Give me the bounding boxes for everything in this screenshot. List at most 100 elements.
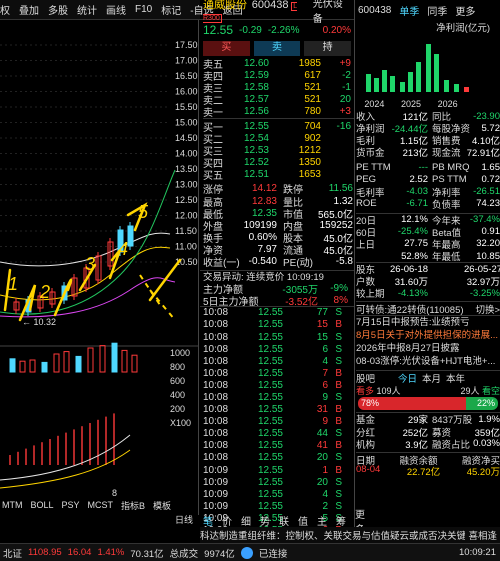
valuation-value: 0.72 — [481, 174, 500, 186]
switch-button[interactable]: 切换> — [475, 302, 500, 316]
quote-value: 0.60% — [248, 231, 277, 243]
tick-row: 10:09 12.55 1 B — [203, 464, 354, 476]
detail-tab-5[interactable]: 值 — [298, 513, 308, 528]
financial-kv: 收入 121亿 同比 -23.90 净利润 -24.44亿 每股净资 5.72 毛利 1.15亿销… — [356, 110, 500, 160]
news-item[interactable]: 7月15日中报预告:业绩预亏 — [356, 316, 500, 329]
news-ticker[interactable]: 科达制造重组纤维：控制权、关联交易与估值疑云或成否决关键 | 诸葛... 喜相逢 — [200, 527, 500, 543]
margin-net-label: 融资净买 — [461, 455, 500, 467]
right-tab-2[interactable]: 更多 — [451, 1, 479, 20]
ticker-button[interactable]: 喜相逢 — [465, 528, 500, 542]
tick-time: 10:08 — [203, 355, 229, 367]
indicator-tab-3[interactable]: MCST — [88, 500, 114, 510]
price-tick: 13.00 — [175, 180, 198, 190]
detail-tab-7[interactable]: 筹 — [336, 513, 346, 528]
margin-header: 日期 融资余额 融资净买 — [356, 451, 500, 467]
toolbar-item-6[interactable]: 标记 — [161, 2, 181, 17]
connection-icon — [240, 546, 253, 559]
quote-value: 11.56 — [328, 183, 353, 195]
news-ticker-text[interactable]: 科达制造重组纤维：控制权、关联交易与估值疑云或成否决关键 | 诸葛... — [200, 528, 465, 542]
kline-chart[interactable]: 17.50 17.00 16.50 16.00 15.50 15.00 14.50 14.00… — [0, 20, 199, 515]
detail-tab-2[interactable]: 细 — [241, 513, 251, 528]
profit-bar — [416, 62, 421, 92]
price-tick: 13.50 — [175, 164, 198, 174]
detail-tab-3[interactable]: 势 — [260, 513, 270, 528]
toolbar-item-4[interactable]: 画线 — [106, 2, 126, 17]
holder-value: 32.97万 — [466, 277, 500, 289]
indicator-tab-2[interactable]: PSY — [62, 500, 80, 510]
order-price: 12.56 — [243, 105, 269, 117]
toolbar-item-2[interactable]: 多股 — [48, 2, 68, 17]
toolbar-item-3[interactable]: 统计 — [77, 2, 97, 17]
tick-time: 10:08 — [203, 379, 229, 391]
indicator-tab-1[interactable]: BOLL — [31, 500, 54, 510]
quote-key: PE(动) — [283, 258, 313, 270]
tick-row: 10:08 12.55 31 B — [203, 404, 354, 416]
volume-bar — [131, 354, 138, 373]
tick-row: 10:08 12.55 20 S — [203, 452, 354, 464]
detail-tab-1[interactable]: 价 — [222, 513, 232, 528]
tick-volume: 44 — [316, 428, 328, 440]
vol-tick: 600 — [170, 376, 185, 386]
tick-price: 12.55 — [257, 307, 283, 319]
detail-tab-6[interactable]: 主 — [317, 513, 327, 528]
price-tick: 12.50 — [175, 195, 198, 205]
quote-value: 45.0亿 — [323, 245, 353, 257]
index-name[interactable]: 北证 — [3, 546, 22, 560]
order-volume: 902 — [304, 133, 321, 145]
valuation-kv: PE TTM --- PB MRQ 1.65 PEG 2.52 PS TTM 0.72 毛利率 -… — [356, 161, 500, 211]
right-tab-1[interactable]: 同季 — [423, 1, 451, 20]
toolbar-item-5[interactable]: F10 — [135, 4, 152, 15]
buy-button[interactable]: 买 — [203, 41, 250, 56]
buy-level-4[interactable]: 买五 12.51 1653 — [203, 169, 354, 182]
tick-time: 10:08 — [203, 428, 229, 440]
quote-value: 12.35 — [251, 207, 277, 219]
news-item[interactable]: 2026年中报8月27日披露 — [356, 342, 500, 355]
order-volume: 780 — [304, 105, 321, 117]
news-item[interactable]: 8月5日关于对外提供担保的进展... — [356, 329, 500, 342]
order-label: 卖一 — [203, 107, 223, 119]
year-labels: 2024 2025 2026 — [356, 99, 466, 109]
fund-row: 机构 3.9亿 融资占比 0.03% — [356, 438, 500, 451]
tick-side: B — [335, 379, 342, 391]
tick-side: B — [335, 367, 342, 379]
wave-annotation-3: 3 — [85, 254, 95, 274]
fin-key: 货币金 — [356, 148, 385, 160]
detail-tab-4[interactable]: 联 — [279, 513, 289, 528]
convertible-bond[interactable]: 可转债:通22转债(110085) — [356, 302, 464, 316]
day-label[interactable]: 日线 — [175, 513, 193, 527]
ma-line-green — [0, 169, 176, 315]
fund-value: 359亿 — [474, 427, 500, 439]
sell-level-4[interactable]: 卖一 12.56 780 +3 — [203, 105, 354, 119]
tick-volume: 1 — [322, 464, 328, 476]
tick-time: 10:08 — [203, 331, 229, 343]
connection-status: 已连接 — [258, 548, 288, 560]
news-item[interactable]: 08-03涨停:光伏设备+HJT电池+... — [356, 355, 500, 368]
toolbar-item-0[interactable]: 权 — [0, 2, 10, 17]
tick-volume: 9 — [322, 391, 328, 403]
sentiment-month-tab[interactable]: 本月 — [422, 371, 441, 385]
order-volume: 1350 — [298, 157, 321, 169]
tick-price: 12.55 — [257, 331, 283, 343]
tick-price: 12.55 — [257, 379, 283, 391]
indicator-button[interactable]: 指标B — [121, 499, 145, 512]
template-button[interactable]: 模板 — [153, 499, 171, 512]
sell-button[interactable]: 卖 — [253, 41, 301, 56]
sentiment-year-tab[interactable]: 本年 — [446, 371, 465, 385]
news-list[interactable]: 7月15日中报预告:业绩预亏 8月5日关于对外提供担保的进展... 2026年中报8… — [356, 315, 500, 368]
tick-price: 12.55 — [257, 452, 283, 464]
convertible-row[interactable]: 可转债:通22转债(110085) 切换> — [356, 301, 500, 316]
detail-tab-0[interactable]: 笔 — [203, 513, 213, 528]
tick-side: S — [335, 476, 342, 488]
right-tab-0[interactable]: 单季 — [395, 1, 423, 20]
hold-button[interactable]: 持 — [304, 41, 352, 56]
quote-value: 12.83 — [251, 195, 277, 207]
quote-value: 14.12 — [251, 183, 277, 195]
stock-code: 600438 — [251, 0, 289, 11]
sentiment-today-tab[interactable]: 今日 — [398, 371, 417, 385]
indicator-tab-0[interactable]: MTM — [2, 500, 23, 510]
toolbar-item-1[interactable]: 叠加 — [19, 2, 39, 17]
sector-name[interactable]: 光伏设备 — [313, 0, 351, 25]
bull-count: 109人 — [376, 386, 401, 397]
tick-row: 10:09 12.55 20 S — [203, 476, 354, 488]
tick-time: 10:09 — [203, 488, 229, 500]
